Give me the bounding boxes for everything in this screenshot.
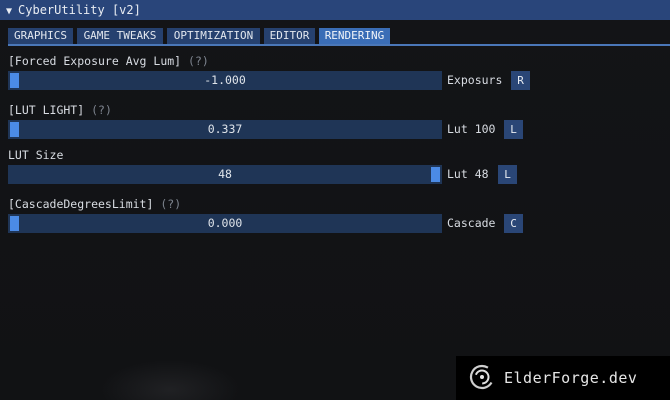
background-glow bbox=[100, 360, 240, 400]
cyberutility-window: ▼ CyberUtility [v2] GRAPHICS GAME TWEAKS … bbox=[0, 0, 670, 400]
forced-exposure-label: [Forced Exposure Avg Lum] (?) bbox=[8, 53, 209, 69]
setting-label-text: LUT Size bbox=[8, 148, 64, 162]
slider-value: -1.000 bbox=[204, 73, 246, 87]
slider-value: 0.000 bbox=[207, 216, 243, 230]
forced-exposure-slider[interactable]: -1.000 bbox=[8, 71, 442, 90]
reset-exposure-button[interactable]: R bbox=[511, 71, 530, 90]
tab-label: GAME TWEAKS bbox=[83, 29, 157, 42]
lut-light-button[interactable]: L bbox=[504, 120, 523, 139]
watermark-text: ElderForge.dev bbox=[504, 369, 638, 387]
lut-size-slider[interactable]: 48 bbox=[8, 165, 442, 184]
lut-light-side-label: Lut 100 bbox=[447, 122, 496, 136]
cascade-side-label: Cascade bbox=[447, 216, 496, 230]
tab-optimization[interactable]: OPTIMIZATION bbox=[167, 28, 260, 44]
window-title: CyberUtility [v2] bbox=[18, 3, 141, 17]
lut-light-label: [LUT LIGHT] (?) bbox=[8, 102, 112, 118]
tab-rendering[interactable]: RENDERING bbox=[319, 28, 390, 44]
setting-label-text: [LUT LIGHT] bbox=[8, 103, 85, 117]
lut-size-label: LUT Size bbox=[8, 147, 63, 163]
slider-value: 0.337 bbox=[207, 122, 243, 136]
swirl-logo-icon bbox=[469, 364, 495, 390]
setting-label-text: [CascadeDegreesLimit] bbox=[8, 197, 154, 211]
help-marker[interactable]: (?) bbox=[160, 197, 181, 211]
slider-value: 48 bbox=[218, 167, 232, 181]
tab-graphics[interactable]: GRAPHICS bbox=[8, 28, 73, 44]
lut-size-side-label: Lut 48 bbox=[447, 167, 489, 181]
tab-label: OPTIMIZATION bbox=[173, 29, 254, 42]
watermark-badge: ElderForge.dev bbox=[456, 356, 670, 400]
help-marker[interactable]: (?) bbox=[188, 54, 209, 68]
tab-editor[interactable]: EDITOR bbox=[264, 28, 315, 44]
tab-game-tweaks[interactable]: GAME TWEAKS bbox=[77, 28, 163, 44]
cascade-degrees-slider[interactable]: 0.000 bbox=[8, 214, 442, 233]
window-titlebar[interactable]: ▼ CyberUtility [v2] bbox=[0, 0, 670, 20]
collapse-arrow-icon[interactable]: ▼ bbox=[6, 2, 12, 22]
tab-label: GRAPHICS bbox=[14, 29, 67, 42]
setting-label-text: [Forced Exposure Avg Lum] bbox=[8, 54, 182, 68]
exposure-side-label: Exposurs bbox=[447, 73, 503, 87]
lut-light-slider[interactable]: 0.337 bbox=[8, 120, 442, 139]
tab-label: RENDERING bbox=[324, 29, 385, 42]
tab-label: EDITOR bbox=[269, 29, 310, 42]
lut-size-button[interactable]: L bbox=[498, 165, 517, 184]
tab-underline bbox=[8, 44, 670, 46]
help-marker[interactable]: (?) bbox=[91, 103, 112, 117]
cascade-button[interactable]: C bbox=[504, 214, 523, 233]
cascade-degrees-label: [CascadeDegreesLimit] (?) bbox=[8, 196, 181, 212]
